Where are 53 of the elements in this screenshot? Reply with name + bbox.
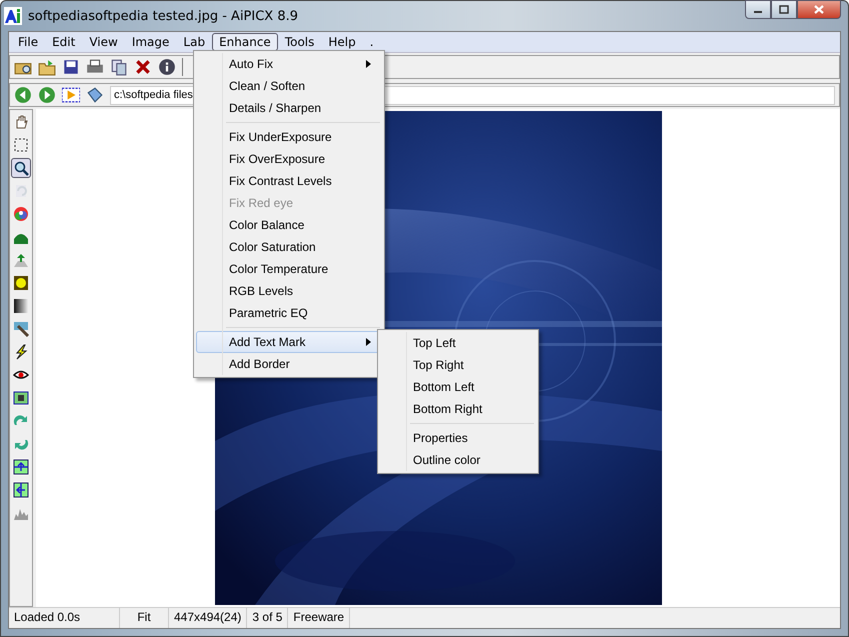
submenu-arrow-icon — [366, 60, 371, 68]
fit-width-icon[interactable] — [11, 480, 31, 500]
menu-item[interactable]: Outline color — [380, 449, 536, 471]
submenu-arrow-icon — [366, 338, 371, 346]
menu-bar-item[interactable]: . — [362, 33, 381, 51]
forward-icon[interactable] — [38, 86, 56, 104]
close-button[interactable] — [797, 0, 841, 19]
back-icon[interactable] — [14, 86, 32, 104]
menu-item[interactable]: Fix OverExposure — [196, 148, 382, 170]
status-text: 447x494(24) — [169, 608, 248, 628]
menu-bar-item[interactable]: File — [11, 33, 46, 51]
maximize-icon — [779, 5, 789, 14]
menu-item[interactable]: Properties — [380, 427, 536, 449]
fit-height-icon[interactable] — [11, 457, 31, 477]
menu-item[interactable]: Bottom Right — [380, 398, 536, 420]
menu-bar-item[interactable]: Edit — [45, 33, 82, 51]
status-text: Fit — [120, 608, 169, 628]
close-icon — [813, 4, 825, 15]
menu-item[interactable]: RGB Levels — [196, 280, 382, 302]
menu-item[interactable]: Auto Fix — [196, 53, 382, 75]
glow-icon[interactable] — [11, 273, 31, 293]
info-icon — [158, 58, 176, 76]
menu-bar-item[interactable]: Help — [321, 33, 363, 51]
menu-item[interactable]: Parametric EQ — [196, 302, 382, 324]
maximize-button[interactable] — [771, 0, 797, 19]
save-icon — [62, 58, 80, 76]
pen-icon[interactable] — [11, 319, 31, 339]
copy-icon — [110, 58, 128, 76]
menu-bar-item[interactable]: Image — [124, 33, 176, 51]
menu-bar-item[interactable]: Enhance — [212, 33, 278, 51]
menu-item[interactable]: Color Saturation — [196, 236, 382, 258]
minimize-button[interactable] — [745, 0, 771, 19]
menu-item[interactable]: Top Left — [380, 332, 536, 354]
status-text: Freeware — [288, 608, 350, 628]
search-icon[interactable] — [11, 158, 31, 178]
menu-bar-item[interactable]: View — [82, 33, 125, 51]
folder-icon — [38, 58, 56, 76]
menu-item[interactable]: Color Temperature — [196, 258, 382, 280]
status-text: 3 of 5 — [247, 608, 288, 628]
menu-item[interactable]: Fix UnderExposure — [196, 126, 382, 148]
color-wheel-icon[interactable] — [11, 204, 31, 224]
app-logo-icon — [4, 7, 22, 25]
menu-item[interactable]: Fix Contrast Levels — [196, 170, 382, 192]
window-title: softpediasoftpedia tested.jpg - AiPICX 8.9 — [28, 8, 298, 24]
menu-item[interactable]: Color Balance — [196, 214, 382, 236]
menu-bar-item[interactable]: Tools — [278, 33, 322, 51]
close-icon — [134, 58, 152, 76]
slideshow-icon[interactable] — [62, 86, 80, 104]
menu-item[interactable]: Bottom Left — [380, 376, 536, 398]
status-text: Loaded 0.0s — [9, 608, 120, 628]
menu-bar-item[interactable]: Lab — [176, 33, 212, 51]
menu-item[interactable]: Top Right — [380, 354, 536, 376]
gradient-icon[interactable] — [11, 296, 31, 316]
